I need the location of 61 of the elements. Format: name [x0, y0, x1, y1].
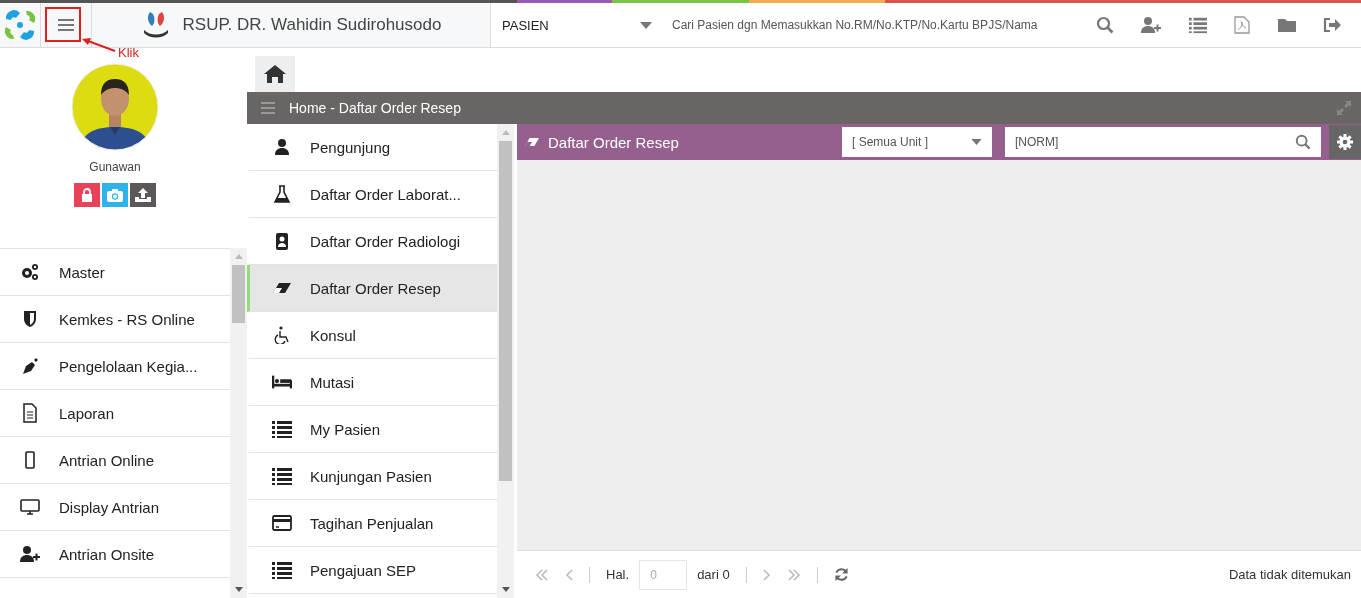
page-count: dari 0	[697, 567, 730, 582]
submenu-item[interactable]: Kunjungan Pasien	[247, 453, 497, 500]
pen-icon	[20, 356, 40, 376]
home-icon	[264, 65, 286, 83]
submenu-item[interactable]: My Pasien	[247, 406, 497, 453]
home-tab[interactable]	[255, 56, 295, 92]
panel-title: Daftar Order Resep	[548, 133, 680, 151]
hospital-name: RSUP. DR. Wahidin Sudirohusodo	[182, 15, 442, 35]
scroll-thumb[interactable]	[232, 265, 245, 323]
page-number-field[interactable]: 0	[639, 559, 688, 590]
pdf-file-icon[interactable]	[1234, 16, 1251, 34]
user-plus-icon[interactable]	[1141, 16, 1162, 34]
upload-button[interactable]	[130, 183, 156, 207]
eraser-icon	[523, 135, 541, 149]
app-logo-icon	[4, 9, 36, 41]
breadcrumb: Home - Daftar Order Resep	[289, 100, 462, 116]
gears-icon	[20, 262, 40, 282]
norm-search-field[interactable]: [NORM]	[1005, 127, 1321, 157]
lock-icon	[81, 188, 93, 202]
menu-icon[interactable]	[261, 102, 275, 114]
scroll-thumb[interactable]	[499, 141, 512, 481]
scroll-down-icon[interactable]	[234, 587, 243, 592]
camera-icon	[107, 188, 123, 202]
list-icon	[272, 560, 292, 580]
credit-card-icon	[272, 514, 292, 532]
logout-icon[interactable]	[1323, 17, 1342, 33]
category-dropdown[interactable]: PASIEN	[491, 3, 662, 47]
status-message: Data tidak ditemukan	[1228, 567, 1351, 582]
lock-button[interactable]	[74, 183, 100, 207]
user-plus-icon	[20, 544, 40, 564]
flask-icon	[272, 185, 292, 203]
bed-icon	[272, 373, 292, 391]
search-icon[interactable]	[1095, 16, 1114, 34]
list-icon	[272, 419, 292, 439]
list-icon	[272, 466, 292, 486]
submenu-item[interactable]: Daftar Order Resep	[247, 265, 497, 312]
scrollbar[interactable]	[497, 124, 514, 598]
page-label: Hal.	[606, 567, 630, 582]
annotation-arrow	[82, 38, 116, 52]
annotation-label: Klik	[118, 45, 139, 60]
patient-search-field[interactable]: Cari Pasien dgn Memasukkan No.RM/No.KTP/No.Kartu BPJS/Nama	[662, 3, 1082, 47]
monitor-icon	[20, 497, 40, 517]
settings-button[interactable]	[1329, 125, 1361, 159]
scrollbar[interactable]	[230, 248, 247, 598]
scroll-down-icon[interactable]	[501, 587, 510, 592]
user-name: Gunawan	[89, 160, 141, 174]
unit-dropdown[interactable]: [ Semua Unit ]	[842, 127, 992, 157]
document-icon	[20, 403, 40, 423]
menu-icon	[58, 18, 74, 32]
user-icon	[272, 138, 292, 156]
settings-icon	[1337, 134, 1353, 150]
submenu-item[interactable]: Tagihan Penjualan	[247, 500, 497, 547]
submenu-item[interactable]: Pengajuan SEP	[247, 547, 497, 594]
refresh-icon[interactable]	[833, 567, 849, 582]
folder-icon[interactable]	[1277, 17, 1296, 33]
caret-icon	[640, 21, 652, 29]
caret-icon	[971, 139, 982, 145]
wheelchair-icon	[272, 326, 292, 344]
upload-icon	[135, 188, 151, 202]
annotation-box	[45, 7, 81, 42]
list-icon[interactable]	[1188, 16, 1207, 34]
